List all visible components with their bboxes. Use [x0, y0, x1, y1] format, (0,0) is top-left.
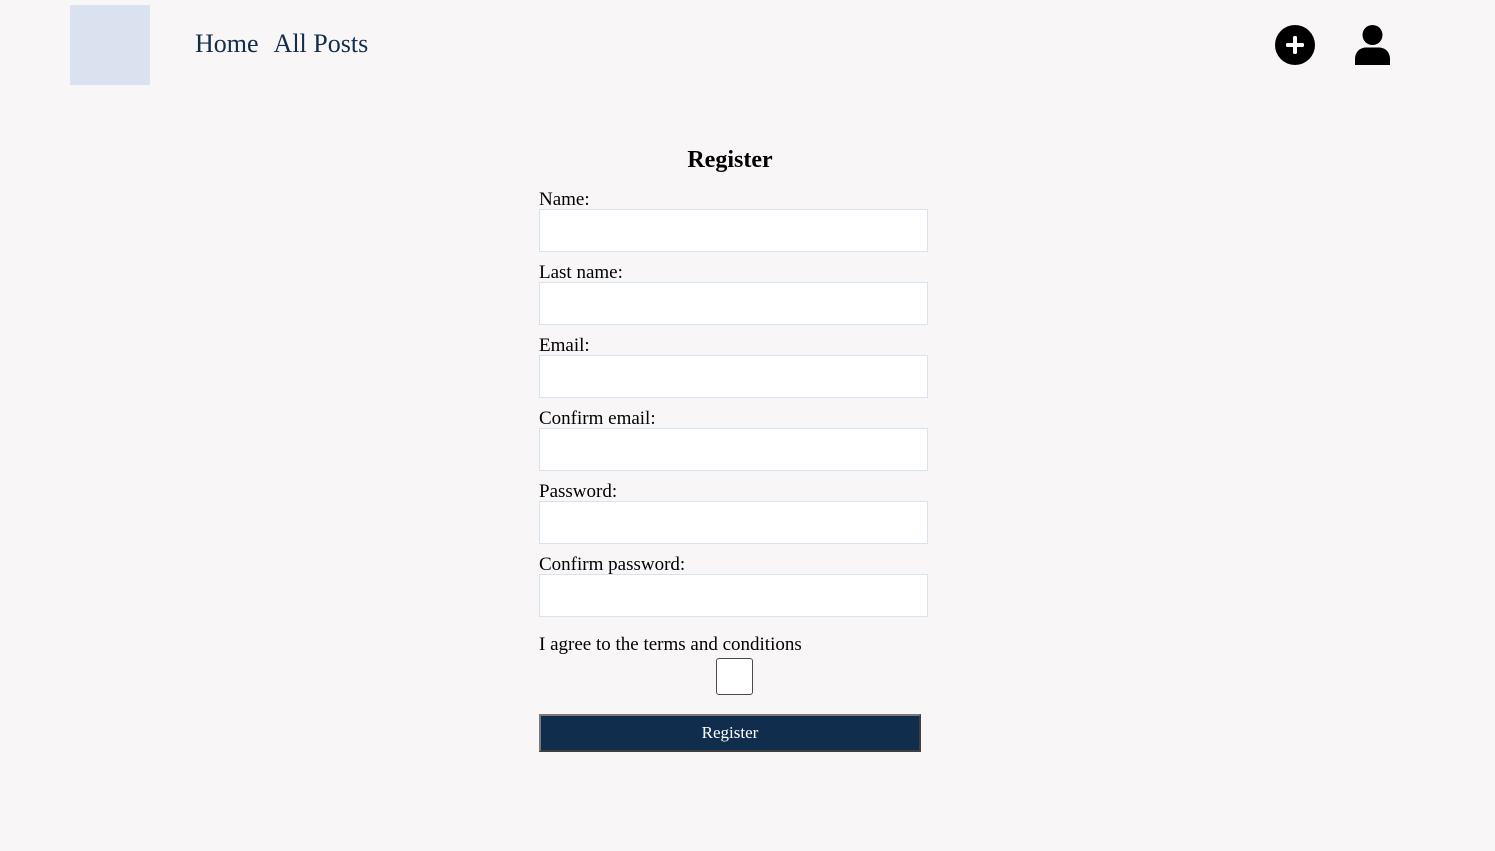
password-field-group: Password:: [539, 482, 928, 544]
form-title: Register: [687, 147, 773, 173]
confirm-email-label: Confirm email:: [539, 408, 656, 429]
register-form: Register Name: Last name: Email: Confirm…: [539, 140, 928, 752]
name-field-group: Name:: [539, 190, 928, 252]
email-label: Email:: [539, 335, 590, 356]
add-post-button[interactable]: [1275, 25, 1315, 65]
register-button[interactable]: Register: [539, 714, 921, 752]
name-label: Name:: [539, 189, 590, 210]
name-input[interactable]: [539, 209, 928, 252]
last-name-input[interactable]: [539, 282, 928, 325]
email-input[interactable]: [539, 355, 928, 398]
main-nav: Home All Posts: [195, 29, 368, 59]
plus-circle-icon: [1286, 36, 1304, 54]
logo-placeholder[interactable]: [70, 5, 150, 85]
terms-label: I agree to the terms and conditions: [539, 634, 802, 655]
confirm-password-input[interactable]: [539, 574, 928, 617]
nav-link-home[interactable]: Home: [195, 29, 259, 59]
last-name-label: Last name:: [539, 262, 623, 283]
password-label: Password:: [539, 481, 618, 502]
confirm-password-field-group: Confirm password:: [539, 555, 928, 617]
nav-link-all-posts[interactable]: All Posts: [274, 29, 369, 59]
password-input[interactable]: [539, 501, 928, 544]
confirm-email-field-group: Confirm email:: [539, 409, 928, 471]
confirm-email-input[interactable]: [539, 428, 928, 471]
confirm-password-label: Confirm password:: [539, 554, 686, 575]
site-header: Home All Posts: [0, 0, 1495, 90]
user-profile-button[interactable]: [1355, 25, 1390, 65]
user-icon: [1355, 25, 1390, 65]
last-name-field-group: Last name:: [539, 263, 928, 325]
email-field-group: Email:: [539, 336, 928, 398]
terms-checkbox[interactable]: [716, 658, 753, 695]
